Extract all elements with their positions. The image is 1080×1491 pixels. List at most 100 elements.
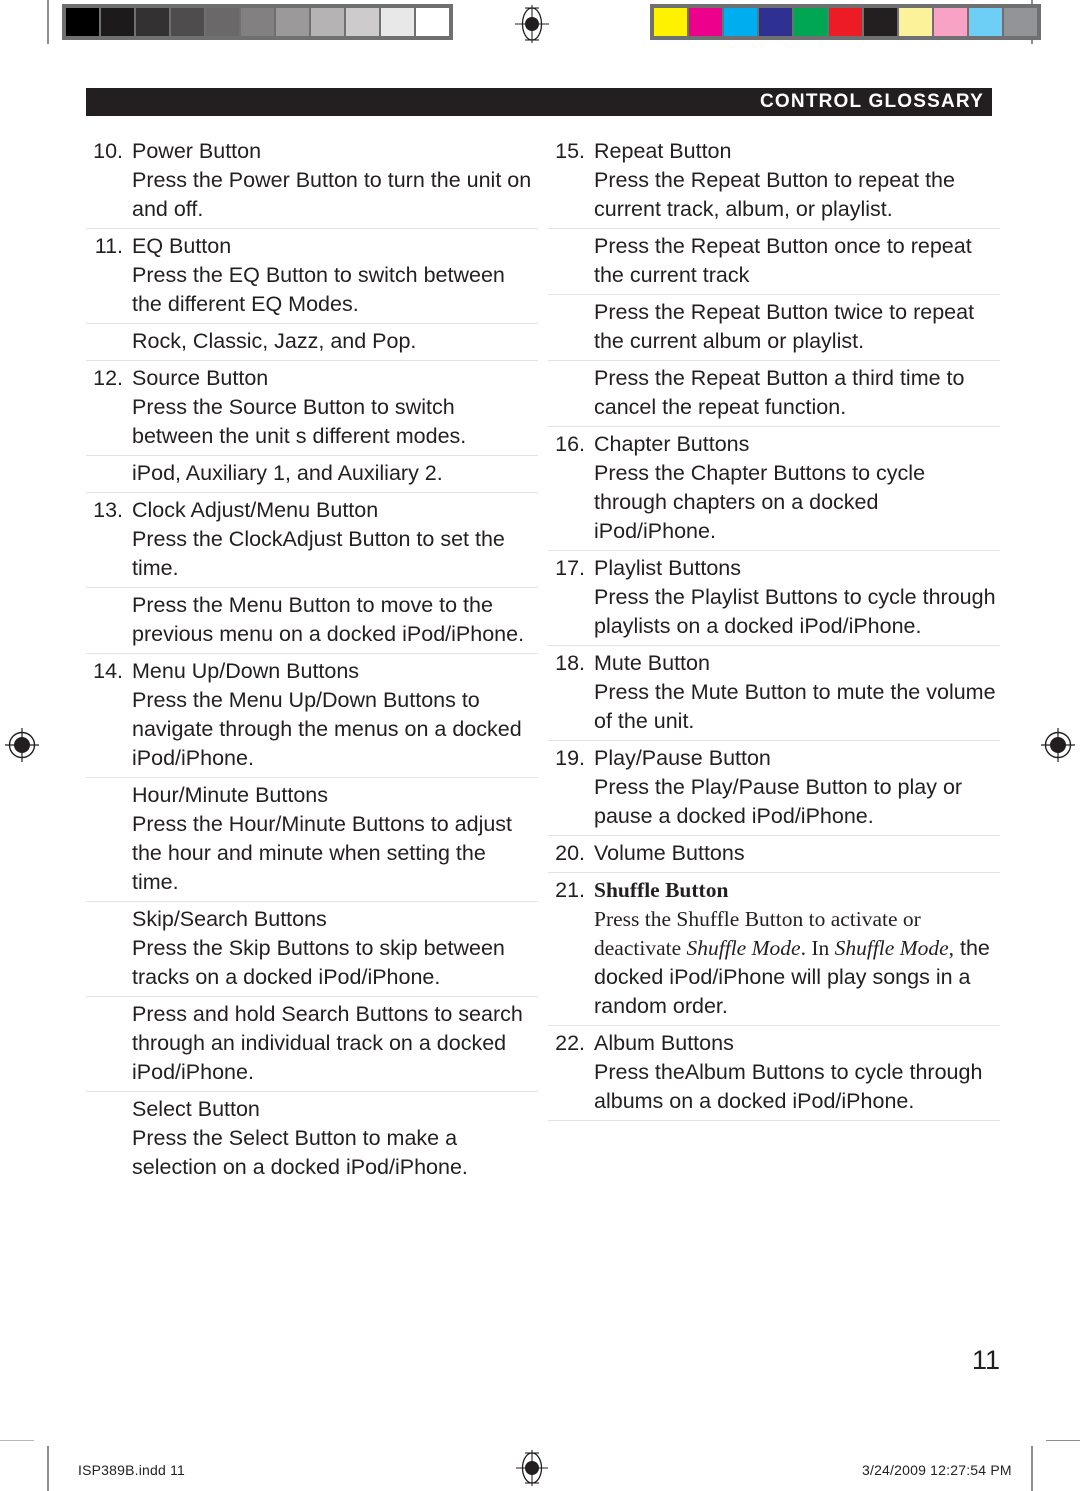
glossary-entry: 00.Select ButtonPress the Select Button … <box>86 1092 538 1186</box>
entry-description: Press the Repeat Button twice to repeat … <box>594 300 975 353</box>
entry-title: Playlist Buttons <box>594 556 741 580</box>
entry-description: Press the Menu Button to move to the pre… <box>132 593 525 646</box>
glossary-entry: 19. Play/Pause Button Press the Play/Pause… <box>548 741 1000 835</box>
registration-mark-bottom-center <box>516 1450 548 1486</box>
entry-description: Press the Playlist Buttons to cycle thro… <box>594 585 996 638</box>
entry-title: Album Buttons <box>594 1031 734 1055</box>
glossary-entry: 00.Rock, Classic, Jazz, and Pop. <box>86 324 538 360</box>
glossary-entry: 14. Menu Up/Down Buttons Press the Menu Up… <box>86 654 538 777</box>
footer-timestamp: 3/24/2009 12:27:54 PM <box>862 1462 1012 1478</box>
entry-description: Press the Chapter Buttons to cycle throu… <box>594 461 926 543</box>
glossary-entry: 13. Clock Adjust/Menu Button Press the Clo… <box>86 493 538 587</box>
entry-title: Power Button <box>132 139 262 163</box>
entry-title: Volume Buttons <box>594 841 745 865</box>
section-header-bar: CONTROL GLOSSARY <box>86 88 992 116</box>
entry-description: Press the EQ Button to switch between th… <box>132 263 505 316</box>
entry-description: Press the Play/Pause Button to play or p… <box>594 775 963 828</box>
entry-description: Press theAlbum Buttons to cycle through … <box>594 1060 983 1113</box>
entry-text: Hour/Minute Buttons Press the Hour/Minute… <box>132 781 538 897</box>
glossary-entry: 22. Album Buttons Press theAlbum Buttons t… <box>548 1026 1000 1120</box>
entry-text: Playlist Buttons Press the Playlist Butto… <box>594 554 1000 641</box>
entry-title: Select Button <box>132 1097 260 1121</box>
entry-text: EQ Button Press the EQ Button to switch b… <box>132 232 538 319</box>
entry-description: Press the Mute Button to mute the volume… <box>594 680 996 733</box>
glossary-entry: 00.Press the Menu Button to move to the … <box>86 588 538 653</box>
glossary-entry: 00.iPod, Auxiliary 1, and Auxiliary 2. <box>86 456 538 492</box>
entry-text: Skip/Search Buttons Press the Skip Button… <box>132 905 538 992</box>
entry-title: Chapter Buttons <box>594 432 750 456</box>
entry-title: Hour/Minute Buttons <box>132 783 328 807</box>
entry-description: Press and hold Search Buttons to search … <box>132 1002 523 1084</box>
desc-emphasis-shuffle-mode-2: Shuffle Mode <box>834 936 949 960</box>
entry-description: Press the Menu Up/Down Buttons to naviga… <box>132 688 522 770</box>
glossary-entry: 20. Volume Buttons <box>548 836 1000 872</box>
entry-title: Shuffle Button <box>594 878 729 902</box>
glossary-entry: 18. Mute Button Press the Mute Button to m… <box>548 646 1000 740</box>
entry-text: Shuffle Button Press the Shuffle Button t… <box>594 876 1000 1021</box>
entry-text: Select Button Press the Select Button to … <box>132 1095 538 1182</box>
glossary-entry: 21. Shuffle Button Press the Shuffle Butto… <box>548 873 1000 1025</box>
glossary-entry: 00.Press and hold Search Buttons to sear… <box>86 997 538 1091</box>
glossary-entry: 00.Press the Repeat Button twice to repe… <box>548 295 1000 360</box>
entry-title: Mute Button <box>594 651 710 675</box>
entry-text: Source Button Press the Source Button to … <box>132 364 538 451</box>
entry-description: Press the Repeat Button to repeat the cu… <box>594 168 955 221</box>
entry-number: 15. <box>555 139 585 163</box>
glossary-entry: 00. <box>548 1121 1000 1157</box>
glossary-entry: 17. Playlist Buttons Press the Playlist Bu… <box>548 551 1000 645</box>
entry-description: Press the ClockAdjust Button to set the … <box>132 527 505 580</box>
entry-title: Source Button <box>132 366 269 390</box>
glossary-entry: 00.Hour/Minute ButtonsPress the Hour/Min… <box>86 778 538 901</box>
glossary-column-left: 10. Power Button Press the Power Button to… <box>86 134 538 1186</box>
glossary-entry: 00.Press the Repeat Button a third time … <box>548 361 1000 426</box>
entry-text: Press the Repeat Button twice to repeat … <box>594 298 1000 356</box>
entry-text: Press the Repeat Button a third time to … <box>594 364 1000 422</box>
entry-description: Press the Hour/Minute Buttons to adjust … <box>132 812 513 894</box>
entry-text: Repeat Button Press the Repeat Button to … <box>594 137 1000 224</box>
entry-description: Press the Repeat Button once to repeat t… <box>594 234 972 287</box>
entry-text: Chapter Buttons Press the Chapter Buttons… <box>594 430 1000 546</box>
entry-title: Repeat Button <box>594 139 732 163</box>
entry-title: EQ Button <box>132 234 232 258</box>
glossary-entry: 12. Source Button Press the Source Button … <box>86 361 538 455</box>
footer-rule-left <box>0 1440 34 1441</box>
entry-number: 14. <box>93 659 123 683</box>
entry-text: Press the Repeat Button once to repeat t… <box>594 232 1000 290</box>
entry-number: 21. <box>555 878 585 902</box>
entry-description: Press the Power Button to turn the unit … <box>132 168 532 221</box>
entry-number: 18. <box>555 651 585 675</box>
glossary-entry: 11. EQ Button Press the EQ Button to switc… <box>86 229 538 323</box>
manual-page: CONTROL GLOSSARY 10. Power Button Press th… <box>0 0 1080 1491</box>
glossary-entry: 00.Press the Repeat Button once to repea… <box>548 229 1000 294</box>
entry-text: Press and hold Search Buttons to search … <box>132 1000 538 1087</box>
entry-number: 16. <box>555 432 585 456</box>
entry-text: Press the Menu Button to move to the pre… <box>132 591 538 649</box>
entry-description: Press the Skip Buttons to skip between t… <box>132 936 505 989</box>
desc-part-mid: . In <box>800 936 835 960</box>
page-number: 11 <box>971 1345 1000 1375</box>
footer-rule-right <box>1046 1440 1080 1441</box>
entry-text: Menu Up/Down Buttons Press the Menu Up/Do… <box>132 657 538 773</box>
entry-text: Play/Pause Button Press the Play/Pause Bu… <box>594 744 1000 831</box>
entry-number: 13. <box>93 498 123 522</box>
entry-description: Rock, Classic, Jazz, and Pop. <box>132 329 417 353</box>
desc-emphasis-shuffle-mode-1: Shuffle Mode <box>686 936 801 960</box>
footer-filename: ISP389B.indd 11 <box>78 1462 186 1478</box>
entry-title: Skip/Search Buttons <box>132 907 327 931</box>
entry-number: 11. <box>94 234 123 258</box>
glossary-entry: 10. Power Button Press the Power Button to… <box>86 134 538 228</box>
entry-title: Clock Adjust/Menu Button <box>132 498 379 522</box>
entry-number: 10. <box>93 139 123 163</box>
entry-description: Press the Repeat Button a third time to … <box>594 366 965 419</box>
entry-number: 20. <box>555 841 585 865</box>
entry-number: 22. <box>555 1031 585 1055</box>
entry-text: iPod, Auxiliary 1, and Auxiliary 2. <box>132 459 538 488</box>
entry-text: Power Button Press the Power Button to tu… <box>132 137 538 224</box>
entry-title: Menu Up/Down Buttons <box>132 659 360 683</box>
glossary-entry: 16. Chapter Buttons Press the Chapter Butt… <box>548 427 1000 550</box>
entry-text: Volume Buttons <box>594 839 1000 868</box>
glossary-entry: 00.Skip/Search ButtonsPress the Skip But… <box>86 902 538 996</box>
entry-number: 12. <box>93 366 123 390</box>
entry-description: Press the Select Button to make a select… <box>132 1126 468 1179</box>
entry-number: 17. <box>555 556 585 580</box>
